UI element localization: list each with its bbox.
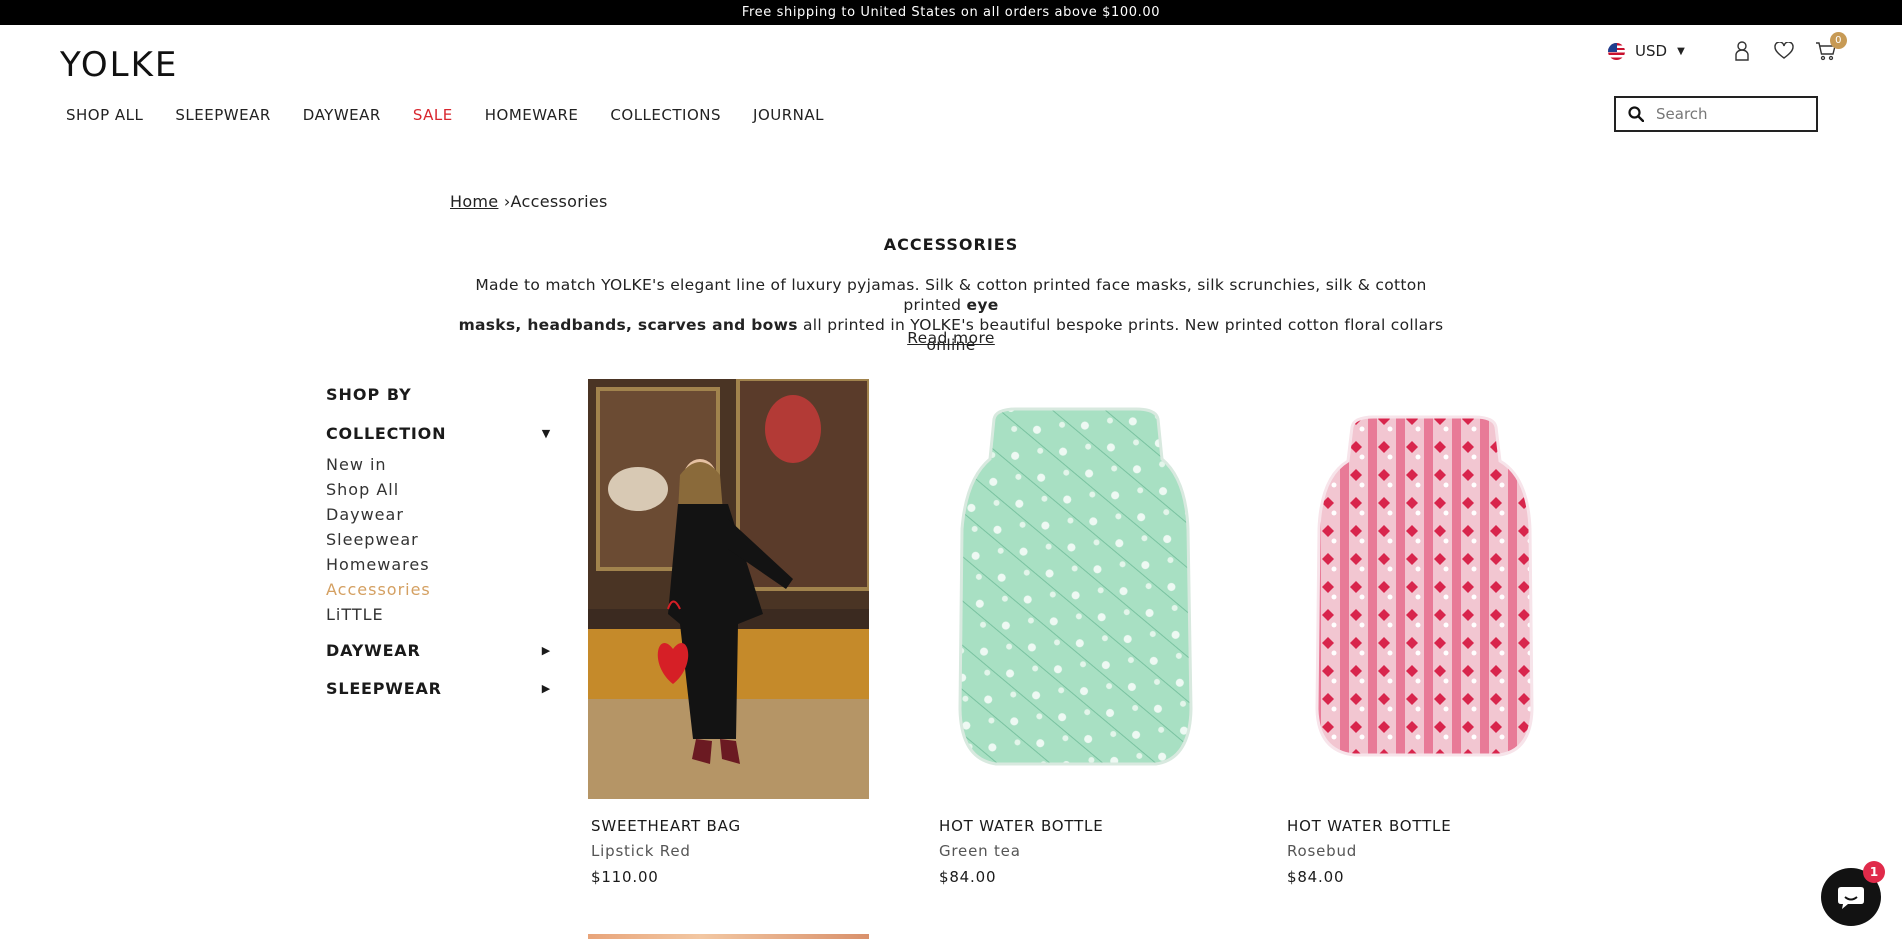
filter-item-shop-all[interactable]: Shop All	[326, 480, 551, 505]
read-more-link[interactable]: Read more	[907, 329, 995, 347]
triangle-right-icon: ▶	[541, 681, 551, 695]
product-price: $84.00	[1287, 868, 1345, 886]
search-icon[interactable]	[1628, 106, 1644, 122]
filter-item-accessories[interactable]: Accessories	[326, 580, 551, 605]
collection-filter-list: New in Shop All Daywear Sleepwear Homewa…	[326, 455, 551, 630]
next-row-product-image[interactable]	[588, 934, 869, 939]
filter-item-homewares[interactable]: Homewares	[326, 555, 551, 580]
filter-group-sleepwear[interactable]: SLEEPWEAR ▶	[326, 676, 551, 700]
announcement-bar: Free shipping to United States on all or…	[0, 0, 1902, 25]
nav-journal[interactable]: JOURNAL	[753, 106, 824, 124]
main-nav: SHOP ALL SLEEPWEAR DAYWEAR SALE HOMEWARE…	[66, 106, 856, 124]
user-icon	[1735, 41, 1749, 61]
currency-label: USD	[1635, 42, 1668, 60]
nav-collections[interactable]: COLLECTIONS	[610, 106, 721, 124]
filter-sidebar: SHOP BY COLLECTION ▼ New in Shop All Day…	[326, 385, 551, 700]
product-name[interactable]: SWEETHEART BAG	[588, 817, 869, 837]
caret-down-icon: ▼	[1677, 45, 1685, 57]
currency-selector[interactable]: USD ▼	[1608, 42, 1685, 60]
breadcrumb-separator: ›	[503, 192, 511, 211]
product-image[interactable]	[1284, 379, 1565, 799]
filter-group-label: DAYWEAR	[326, 640, 421, 660]
product-name[interactable]: HOT WATER BOTTLE	[936, 817, 1217, 837]
product-variant: Green tea	[939, 842, 1021, 860]
breadcrumb-current: Accessories	[510, 192, 608, 211]
product-price: $84.00	[939, 868, 997, 886]
wishlist-button[interactable]	[1773, 40, 1795, 62]
breadcrumb-home-link[interactable]: Home	[450, 192, 498, 211]
nav-homeware[interactable]: HOMEWARE	[485, 106, 579, 124]
product-image[interactable]	[936, 379, 1217, 799]
nav-sleepwear[interactable]: SLEEPWEAR	[175, 106, 270, 124]
green-hot-water-bottle-image	[936, 379, 1217, 799]
heart-icon	[1774, 42, 1794, 59]
sidebar-title: SHOP BY	[326, 385, 412, 404]
description-bold-1: eye	[966, 296, 999, 314]
nav-daywear[interactable]: DAYWEAR	[303, 106, 381, 124]
filter-group-label: COLLECTION	[326, 423, 447, 443]
brand-logo[interactable]: YOLKE	[60, 45, 178, 85]
product-image[interactable]	[588, 379, 869, 799]
product-price: $110.00	[591, 868, 659, 886]
pink-hot-water-bottle-image	[1284, 379, 1565, 799]
cart-count-badge: 0	[1829, 32, 1847, 49]
triangle-right-icon: ▶	[541, 643, 551, 657]
cart-button[interactable]: 0	[1815, 32, 1847, 62]
product-variant: Rosebud	[1287, 842, 1358, 860]
filter-item-new-in[interactable]: New in	[326, 455, 551, 480]
search-input[interactable]	[1656, 105, 1806, 123]
product-variant: Lipstick Red	[591, 842, 691, 860]
triangle-down-icon: ▼	[541, 426, 551, 440]
filter-group-collection[interactable]: COLLECTION ▼	[326, 421, 551, 445]
nav-sale[interactable]: SALE	[413, 106, 453, 124]
read-more-wrapper: Read more	[0, 329, 1902, 347]
filter-item-sleepwear[interactable]: Sleepwear	[326, 530, 551, 555]
product-card[interactable]: HOT WATER BOTTLE Rosebud $84.00	[1284, 379, 1565, 886]
filter-item-daywear[interactable]: Daywear	[326, 505, 551, 530]
product-name[interactable]: HOT WATER BOTTLE	[1284, 817, 1565, 837]
announcement-text: Free shipping to United States on all or…	[741, 5, 1161, 20]
page-title: ACCESSORIES	[883, 235, 1019, 254]
chat-bubble-icon	[1838, 887, 1864, 909]
filter-group-label: SLEEPWEAR	[326, 678, 442, 698]
chat-notification-badge: 1	[1863, 861, 1885, 883]
filter-item-little[interactable]: LiTTLE	[326, 605, 551, 630]
search-box	[1614, 96, 1818, 132]
product-card[interactable]: SWEETHEART BAG Lipstick Red $110.00	[588, 379, 869, 886]
breadcrumb: Home ›Accessories	[450, 192, 608, 211]
header-utilities: USD ▼ 0	[1608, 32, 1847, 62]
filter-group-daywear[interactable]: DAYWEAR ▶	[326, 638, 551, 662]
description-text-1: Made to match YOLKE's elegant line of lu…	[475, 276, 1427, 314]
account-button[interactable]	[1731, 40, 1753, 62]
us-flag-icon	[1608, 42, 1625, 60]
nav-shop-all[interactable]: SHOP ALL	[66, 106, 143, 124]
product-card[interactable]: HOT WATER BOTTLE Green tea $84.00	[936, 379, 1217, 886]
model-with-heart-bag-image	[588, 379, 869, 799]
